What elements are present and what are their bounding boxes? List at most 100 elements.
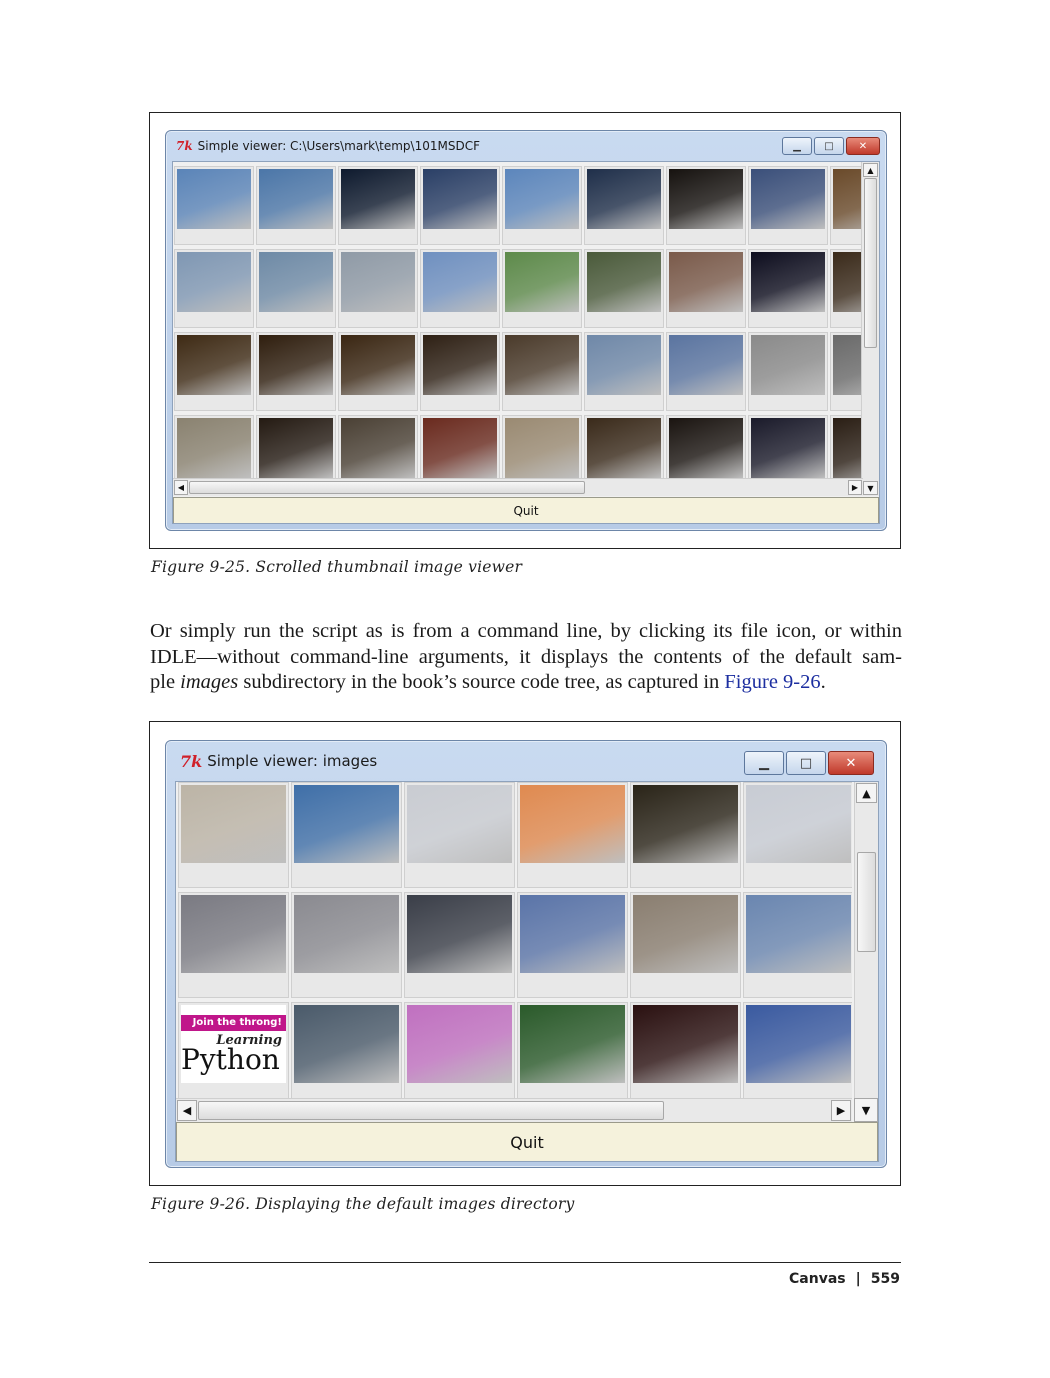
thumbnail-cell[interactable] xyxy=(830,249,861,328)
thumbnail-cell[interactable] xyxy=(748,166,828,245)
thumbnail-cell[interactable] xyxy=(584,249,664,328)
thumbnail-cell[interactable] xyxy=(174,249,254,328)
thumbnail-cell[interactable] xyxy=(743,1002,852,1098)
thumbnail-cell[interactable] xyxy=(743,782,852,888)
thumbnail-cell[interactable] xyxy=(404,1002,515,1098)
thumbnail-cell[interactable] xyxy=(748,415,828,478)
thumbnail-cell[interactable] xyxy=(630,1002,741,1098)
thumbnail-image xyxy=(751,335,825,395)
thumbnail-image xyxy=(833,335,861,395)
thumbnail-cell[interactable]: Join the throng! Learning Python xyxy=(178,1002,289,1098)
maximize-button[interactable]: □ xyxy=(814,137,844,155)
window-titlebar[interactable]: 7k Simple viewer: C:\Users\mark\temp\101… xyxy=(166,131,886,161)
thumbnail-cell[interactable] xyxy=(502,166,582,245)
vertical-scroll-thumb[interactable] xyxy=(864,178,877,348)
scroll-down-arrow-icon[interactable]: ▼ xyxy=(854,1098,878,1122)
thumbnail-cell[interactable] xyxy=(420,332,500,411)
thumbnail-cell[interactable] xyxy=(502,415,582,478)
thumbnail-cell[interactable] xyxy=(420,249,500,328)
thumbnail-image xyxy=(669,335,743,395)
thumbnail-cell[interactable] xyxy=(174,166,254,245)
vertical-scroll-thumb[interactable] xyxy=(857,852,876,952)
thumbnail-image xyxy=(407,1005,512,1083)
thumbnail-cell[interactable] xyxy=(404,782,515,888)
thumbnail-cell[interactable] xyxy=(178,782,289,888)
thumbnail-cell[interactable] xyxy=(584,332,664,411)
thumbnail-cell[interactable] xyxy=(517,782,628,888)
thumbnail-cell[interactable] xyxy=(630,782,741,888)
figure-9-26-caption: Figure 9-26. Displaying the default imag… xyxy=(151,1195,575,1213)
thumbnail-cell[interactable] xyxy=(256,249,336,328)
thumbnail-cell[interactable] xyxy=(830,332,861,411)
paragraph-text: ple xyxy=(150,671,181,693)
thumbnail-cell[interactable] xyxy=(338,249,418,328)
close-button[interactable]: ✕ xyxy=(846,137,880,155)
thumbnail-cell[interactable] xyxy=(174,332,254,411)
thumbnail-cell[interactable] xyxy=(291,1002,402,1098)
thumbnail-cell[interactable] xyxy=(666,332,746,411)
window-titlebar[interactable]: 7k Simple viewer: images ▁ □ ✕ xyxy=(166,741,886,781)
thumbnail-cell[interactable] xyxy=(666,249,746,328)
footer-rule xyxy=(149,1262,901,1263)
vertical-scrollbar[interactable]: ▲ ▼ xyxy=(861,162,879,496)
thumbnail-cell[interactable] xyxy=(666,415,746,478)
thumbnail-cell[interactable] xyxy=(256,415,336,478)
thumbnail-cell[interactable] xyxy=(256,166,336,245)
thumbnail-cell[interactable] xyxy=(666,166,746,245)
scroll-left-arrow-icon[interactable]: ◀ xyxy=(177,1100,197,1121)
thumbnail-cell[interactable] xyxy=(420,166,500,245)
scroll-up-arrow-icon[interactable]: ▲ xyxy=(863,163,878,177)
quit-button[interactable]: Quit xyxy=(173,497,879,523)
thumbnail-cell[interactable] xyxy=(338,415,418,478)
viewer-client-area: ▲ ▼ ◀ ▶ Quit xyxy=(172,161,880,524)
thumbnail-image xyxy=(587,252,661,312)
thumbnail-cell[interactable] xyxy=(584,415,664,478)
thumbnail-cell[interactable] xyxy=(338,332,418,411)
thumbnail-image xyxy=(423,335,497,395)
thumbnail-cell[interactable] xyxy=(830,415,861,478)
horizontal-scroll-thumb[interactable] xyxy=(198,1101,664,1120)
close-button[interactable]: ✕ xyxy=(828,751,874,775)
scroll-left-arrow-icon[interactable]: ◀ xyxy=(174,480,188,495)
scroll-right-arrow-icon[interactable]: ▶ xyxy=(831,1100,851,1121)
scroll-down-arrow-icon[interactable]: ▼ xyxy=(863,481,878,495)
thumbnail-cell[interactable] xyxy=(517,1002,628,1098)
thumbnail-image xyxy=(669,252,743,312)
thumbnail-cell[interactable] xyxy=(338,166,418,245)
thumbnail-image xyxy=(259,169,333,229)
horizontal-scrollbar[interactable]: ◀ ▶ xyxy=(173,478,863,496)
paragraph-text: . xyxy=(820,671,826,693)
thumbnail-image xyxy=(520,785,625,863)
thumbnail-cell[interactable] xyxy=(291,782,402,888)
thumbnail-image xyxy=(587,169,661,229)
thumbnail-cell[interactable] xyxy=(420,415,500,478)
thumbnail-image xyxy=(746,785,851,863)
horizontal-scrollbar[interactable]: ◀ ▶ xyxy=(176,1098,852,1122)
thumbnail-image xyxy=(751,169,825,229)
thumbnail-cell[interactable] xyxy=(830,166,861,245)
thumbnail-cell[interactable] xyxy=(748,249,828,328)
scroll-up-arrow-icon[interactable]: ▲ xyxy=(856,783,877,803)
minimize-button[interactable]: ▁ xyxy=(744,751,784,775)
thumbnail-cell[interactable] xyxy=(748,332,828,411)
thumbnail-cell[interactable] xyxy=(178,892,289,998)
thumbnail-cell[interactable] xyxy=(502,249,582,328)
thumbnail-cell[interactable] xyxy=(291,892,402,998)
thumbnail-cell[interactable] xyxy=(584,166,664,245)
thumbnail-image xyxy=(746,1005,851,1083)
thumbnail-cell[interactable] xyxy=(630,892,741,998)
thumbnail-cell[interactable] xyxy=(743,892,852,998)
thumbnail-cell[interactable] xyxy=(256,332,336,411)
thumbnail-cell[interactable] xyxy=(517,892,628,998)
maximize-button[interactable]: □ xyxy=(786,751,826,775)
scroll-right-arrow-icon[interactable]: ▶ xyxy=(848,480,862,495)
thumbnail-image xyxy=(633,1005,738,1083)
figure-cross-reference-link[interactable]: Figure 9-26 xyxy=(724,671,820,693)
quit-button[interactable]: Quit xyxy=(176,1122,878,1161)
horizontal-scroll-thumb[interactable] xyxy=(189,481,585,494)
minimize-button[interactable]: ▁ xyxy=(782,137,812,155)
thumbnail-cell[interactable] xyxy=(404,892,515,998)
thumbnail-cell[interactable] xyxy=(502,332,582,411)
vertical-scrollbar[interactable]: ▲ xyxy=(854,782,878,1120)
thumbnail-cell[interactable] xyxy=(174,415,254,478)
